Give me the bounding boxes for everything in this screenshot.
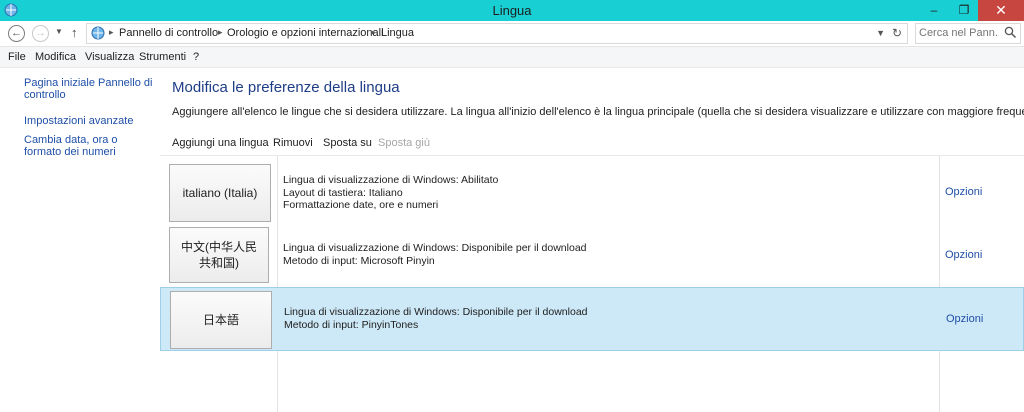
language-tile[interactable]: italiano (Italia) (169, 164, 271, 222)
minimize-button[interactable]: – (920, 0, 948, 21)
language-row-chinese[interactable]: 中文(中华人民共和国) Lingua di visualizzazione di… (160, 224, 1024, 286)
sidebar-link-advanced-settings[interactable]: Impostazioni avanzate (24, 115, 156, 127)
main-content: Modifica le preferenze della lingua Aggi… (160, 68, 1024, 412)
language-details: Lingua di visualizzazione di Windows: Di… (283, 242, 587, 267)
move-down-button[interactable]: Sposta giù (378, 137, 430, 149)
language-tile[interactable]: 中文(中华人民共和国) (169, 227, 269, 283)
arrow-up-icon: ↑ (71, 25, 78, 40)
keyboard-layout: Layout di tastiera: Italiano (283, 186, 403, 199)
address-bar: ← → ▼ ↑ ▸ Pannello di controllo ▸ Orolog… (0, 21, 1024, 47)
sidebar-link-change-date-format[interactable]: Cambia data, ora o formato dei numeri (24, 134, 156, 158)
restore-button[interactable]: ❐ (950, 0, 978, 21)
breadcrumb-separator-icon[interactable]: ▸ (218, 27, 223, 38)
breadcrumb-language[interactable]: Lingua (381, 27, 414, 39)
window-title: Lingua (492, 3, 532, 18)
language-row-japanese[interactable]: 日本語 Lingua di visualizzazione di Windows… (160, 287, 1024, 351)
arrow-left-icon: ← (11, 27, 22, 39)
chevron-down-icon: ▼ (55, 27, 63, 36)
menu-bar: File Modifica Visualizza Strumenti ? (0, 47, 1024, 68)
language-row-italian[interactable]: italiano (Italia) Lingua di visualizzazi… (160, 161, 1024, 223)
language-name: 日本語 (202, 313, 239, 327)
add-language-button[interactable]: Aggiungi una lingua (172, 137, 269, 149)
breadcrumb[interactable]: ▸ Pannello di controllo ▸ Orologio e opz… (86, 23, 908, 44)
options-link[interactable]: Opzioni (946, 313, 983, 325)
breadcrumb-control-panel[interactable]: Pannello di controllo (119, 27, 218, 39)
page-description: Aggiungere all'elenco le lingue che si d… (172, 106, 1024, 118)
remove-button[interactable]: Rimuovi (273, 137, 313, 149)
input-method: Metodo di input: Microsoft Pinyin (283, 254, 435, 267)
sidebar-link-control-panel-home[interactable]: Pagina iniziale Pannello di controllo (24, 77, 156, 101)
refresh-icon[interactable]: ↻ (892, 26, 902, 40)
menu-edit[interactable]: Modifica (35, 51, 76, 63)
arrow-right-icon: → (35, 27, 46, 39)
display-language-status: Lingua di visualizzazione di Windows: Ab… (283, 174, 499, 186)
up-button[interactable]: ↑ (71, 25, 78, 40)
back-button[interactable]: ← (8, 25, 25, 42)
menu-file[interactable]: File (8, 51, 26, 63)
menu-tools[interactable]: Strumenti (139, 51, 186, 63)
forward-button[interactable]: → (32, 25, 49, 42)
breadcrumb-separator-icon[interactable]: ▸ (371, 27, 376, 38)
options-link[interactable]: Opzioni (945, 249, 982, 261)
search-box[interactable] (915, 23, 1021, 44)
breadcrumb-separator-icon[interactable]: ▸ (109, 27, 114, 38)
sidebar: Pagina iniziale Pannello di controllo Im… (0, 68, 160, 412)
language-name: 中文(中华人民共和国) (181, 240, 257, 270)
menu-help[interactable]: ? (193, 51, 199, 63)
display-language-status: Lingua di visualizzazione di Windows: Di… (283, 242, 587, 254)
move-up-button[interactable]: Sposta su (323, 137, 372, 149)
language-name: italiano (Italia) (182, 186, 258, 200)
formatting-info: Formattazione date, ore e numeri (283, 199, 439, 211)
recent-locations-button[interactable]: ▼ (55, 27, 63, 36)
language-details: Lingua di visualizzazione di Windows: Ab… (283, 174, 498, 212)
options-link[interactable]: Opzioni (945, 186, 982, 198)
search-input[interactable] (919, 25, 999, 40)
close-button[interactable]: ✕ (978, 0, 1024, 21)
search-icon[interactable] (1004, 26, 1017, 39)
control-panel-icon (91, 26, 105, 40)
language-details: Lingua di visualizzazione di Windows: Di… (284, 306, 588, 331)
chevron-down-icon[interactable]: ▼ (876, 28, 885, 38)
title-bar: Lingua – ❐ ✕ (0, 0, 1024, 21)
input-method: Metodo di input: PinyinTones (284, 318, 419, 331)
language-toolbar: Aggiungi una lingua Rimuovi Sposta su Sp… (160, 131, 1024, 156)
page-title: Modifica le preferenze della lingua (172, 79, 400, 96)
display-language-status: Lingua di visualizzazione di Windows: Di… (284, 306, 588, 318)
language-tile[interactable]: 日本語 (170, 291, 272, 349)
menu-view[interactable]: Visualizza (85, 51, 134, 63)
breadcrumb-clock-region[interactable]: Orologio e opzioni internazionali (227, 27, 384, 39)
